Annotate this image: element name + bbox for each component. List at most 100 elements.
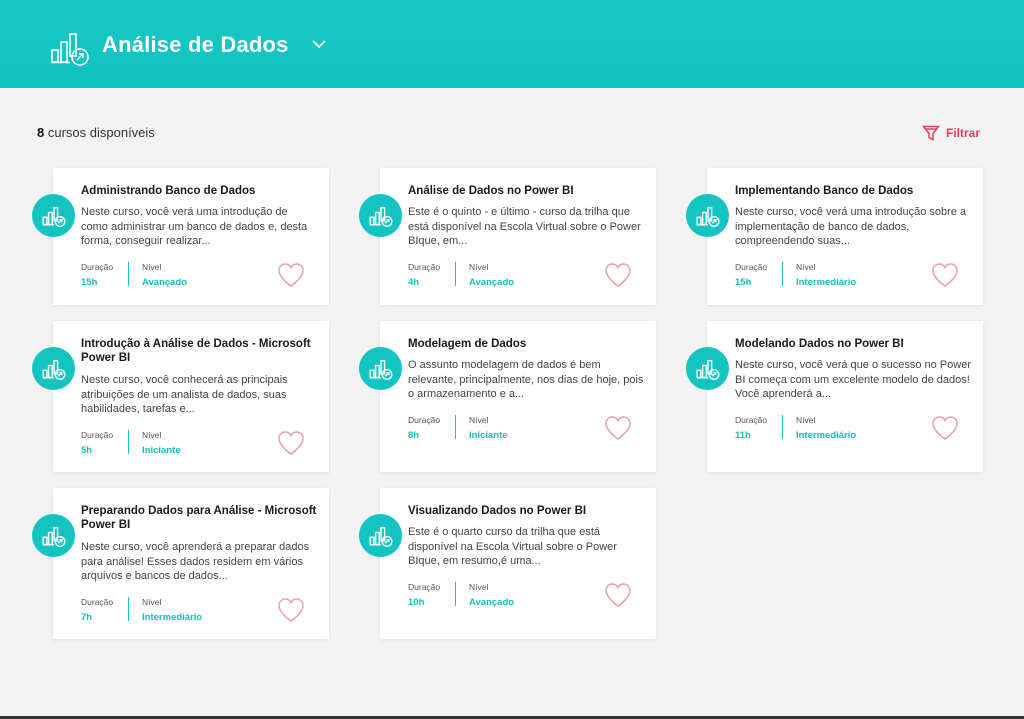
course-card[interactable]: Visualizando Dados no Power BI Este é o … <box>359 488 656 639</box>
meta-divider <box>782 415 783 439</box>
courses-count: 8 cursos disponíveis <box>37 125 155 140</box>
heart-icon[interactable] <box>277 262 305 288</box>
duration-value: 15h <box>735 277 752 288</box>
meta-divider <box>455 262 456 286</box>
course-description: Neste curso, você aprenderá a preparar d… <box>81 541 310 582</box>
chart-growth-icon <box>695 206 720 227</box>
duration-value: 7h <box>81 612 93 623</box>
heart-icon[interactable] <box>931 415 959 441</box>
course-card[interactable]: Preparando Dados para Análise - Microsof… <box>32 488 329 639</box>
page-title: Análise de Dados <box>102 32 289 57</box>
level-value: Avançado <box>469 597 515 608</box>
course-badge <box>32 514 75 557</box>
duration-label: Duração <box>408 415 441 425</box>
meta-divider <box>455 415 456 439</box>
course-meta: Duração 7h Nível Intermediário <box>81 597 202 623</box>
level-value: Intermediário <box>142 612 203 623</box>
courses-count-number: 8 <box>37 125 45 140</box>
course-card[interactable]: Análise de Dados no Power BI Este é o qu… <box>359 168 656 305</box>
heart-icon[interactable] <box>277 597 305 623</box>
duration-value: 10h <box>408 597 425 608</box>
course-description: Neste curso, você verá que o sucesso no … <box>735 359 971 400</box>
chart-growth-icon <box>368 206 393 227</box>
meta-divider <box>128 262 129 286</box>
level-value: Avançado <box>469 277 515 288</box>
course-card[interactable]: Modelando Dados no Power BI Neste curso,… <box>686 321 983 472</box>
course-badge <box>359 347 402 390</box>
chart-growth-icon <box>51 33 89 66</box>
course-description: Este é o quinto - e último - curso da tr… <box>408 206 641 247</box>
course-meta: Duração 11h Nível Intermediário <box>735 415 856 441</box>
courses-count-label: cursos disponíveis <box>47 125 155 140</box>
level-value: Intermediário <box>796 277 857 288</box>
level-label: Nível <box>469 415 489 425</box>
duration-label: Duração <box>81 597 114 607</box>
course-meta: Duração 10h Nível Avançado <box>408 582 514 608</box>
course-badge <box>686 194 729 237</box>
course-badge <box>359 194 402 237</box>
course-badge <box>686 347 729 390</box>
level-label: Nível <box>142 262 162 272</box>
course-description: Este é o quarto curso da trilha que está… <box>408 526 617 567</box>
heart-icon[interactable] <box>604 415 632 441</box>
level-label: Nível <box>142 430 162 440</box>
course-card[interactable]: Implementando Banco de Dados Neste curso… <box>686 168 983 305</box>
level-label: Nível <box>796 262 816 272</box>
level-label: Nível <box>469 582 489 592</box>
meta-divider <box>782 262 783 286</box>
course-card[interactable]: Introdução à Análise de Dados - Microsof… <box>32 321 329 472</box>
course-description: Neste curso, você conhecerá as principai… <box>81 374 288 415</box>
chevron-down-icon[interactable] <box>311 38 327 50</box>
chart-growth-icon <box>368 359 393 380</box>
course-meta: Duração 4h Nível Avançado <box>408 262 514 288</box>
duration-label: Duração <box>81 430 114 440</box>
course-meta: Duração 15h Nível Intermediário <box>735 262 856 288</box>
filter-button[interactable]: Filtrar <box>922 124 980 142</box>
course-title[interactable]: Visualizando Dados no Power BI <box>408 504 648 518</box>
duration-label: Duração <box>81 262 114 272</box>
chart-growth-icon <box>41 526 66 547</box>
duration-value: 8h <box>408 430 420 441</box>
meta-divider <box>128 597 129 621</box>
level-label: Nível <box>142 597 162 607</box>
course-meta: Duração 8h Nível Iniciante <box>408 415 508 441</box>
heart-icon[interactable] <box>604 582 632 608</box>
duration-label: Duração <box>408 582 441 592</box>
page-header: Análise de Dados <box>0 0 1024 88</box>
course-badge <box>32 347 75 390</box>
course-title[interactable]: Introdução à Análise de Dados - Microsof… <box>81 337 321 365</box>
duration-value: 5h <box>81 445 93 456</box>
heart-icon[interactable] <box>604 262 632 288</box>
chart-growth-icon <box>368 526 393 547</box>
chart-growth-icon <box>41 206 66 227</box>
duration-label: Duração <box>735 415 768 425</box>
course-title[interactable]: Modelagem de Dados <box>408 337 648 351</box>
level-value: Iniciante <box>142 445 181 456</box>
heart-icon[interactable] <box>931 262 959 288</box>
course-description: Neste curso, você verá uma introdução so… <box>735 206 967 247</box>
course-description: O assunto modelagem de dados é bem relev… <box>408 359 644 400</box>
duration-value: 4h <box>408 277 420 288</box>
course-title[interactable]: Implementando Banco de Dados <box>735 184 975 198</box>
duration-label: Duração <box>735 262 768 272</box>
course-badge <box>359 514 402 557</box>
heart-icon[interactable] <box>277 430 305 456</box>
course-badge <box>32 194 75 237</box>
course-title[interactable]: Administrando Banco de Dados <box>81 184 321 198</box>
filter-label: Filtrar <box>946 126 981 140</box>
course-title[interactable]: Preparando Dados para Análise - Microsof… <box>81 504 321 532</box>
duration-value: 11h <box>735 430 751 441</box>
course-description: Neste curso, você verá uma introdução de… <box>81 206 308 247</box>
meta-divider <box>455 582 456 606</box>
course-meta: Duração 15h Nível Avançado <box>81 262 187 288</box>
course-card[interactable]: Administrando Banco de Dados Neste curso… <box>32 168 329 305</box>
funnel-icon <box>922 125 940 141</box>
chart-growth-icon <box>695 359 720 380</box>
level-label: Nível <box>796 415 816 425</box>
chart-growth-icon <box>41 359 66 380</box>
duration-value: 15h <box>81 277 98 288</box>
course-title[interactable]: Modelando Dados no Power BI <box>735 337 975 351</box>
level-value: Avançado <box>142 277 188 288</box>
course-card[interactable]: Modelagem de Dados O assunto modelagem d… <box>359 321 656 472</box>
course-title[interactable]: Análise de Dados no Power BI <box>408 184 648 198</box>
